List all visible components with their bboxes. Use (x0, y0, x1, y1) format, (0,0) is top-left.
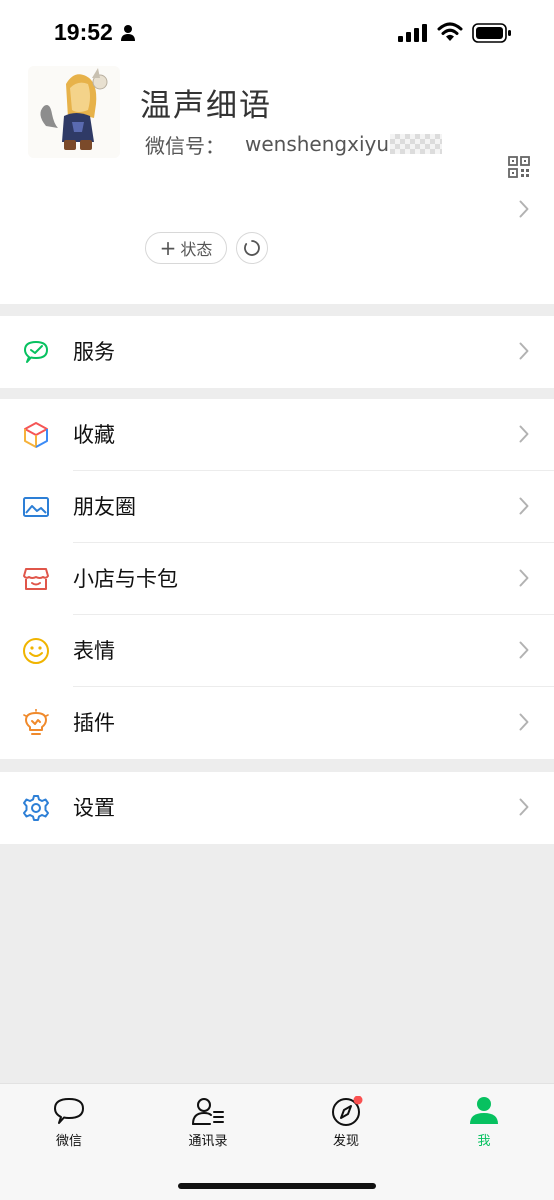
menu-label: 服务 (73, 340, 115, 364)
tab-label: 微信 (55, 1134, 82, 1149)
menu-label: 表情 (73, 639, 115, 663)
menu-item-shop-card[interactable]: 小店与卡包 (0, 543, 554, 615)
plugin-icon (23, 709, 49, 735)
chevron-right-icon (519, 569, 529, 587)
cellular-signal-icon (398, 24, 427, 42)
menu-item-sticker[interactable]: 表情 (0, 615, 554, 687)
chevron-right-icon (519, 425, 529, 443)
me-icon (470, 1097, 498, 1124)
plus-icon: + (159, 236, 177, 260)
tab-contacts[interactable]: 通讯录 (168, 1096, 248, 1149)
tab-label: 通讯录 (188, 1134, 228, 1149)
profile-name: 温声细语 (140, 88, 272, 124)
menu-label: 设置 (73, 796, 115, 820)
chevron-right-icon[interactable] (519, 200, 529, 218)
avatar-image (28, 66, 120, 158)
compass-icon (332, 1096, 363, 1126)
status-time: 19:52 (54, 19, 113, 45)
tab-chats[interactable]: 微信 (29, 1096, 109, 1149)
battery-icon (472, 23, 511, 43)
menu-group-settings: 设置 (0, 772, 554, 844)
wechat-id-row: 微信号： wenshengxiyu (145, 130, 443, 158)
sticker-icon (23, 638, 49, 664)
add-status-button[interactable]: + 状态 (145, 232, 227, 264)
chevron-right-icon (519, 497, 529, 515)
chevron-right-icon (519, 713, 529, 731)
menu-label: 收藏 (73, 423, 115, 447)
chat-bubble-icon (54, 1098, 84, 1124)
favorites-icon (24, 422, 48, 448)
service-icon (24, 341, 48, 363)
shop-card-icon (23, 568, 49, 590)
qr-code-icon[interactable] (508, 156, 530, 178)
menu-item-service[interactable]: 服务 (0, 316, 554, 388)
menu-label: 朋友圈 (73, 495, 136, 519)
tab-me[interactable]: 我 (444, 1096, 524, 1149)
status-refresh-button[interactable] (236, 232, 268, 264)
wechat-id-mask (390, 134, 443, 154)
refresh-circle-icon (244, 240, 260, 256)
menu-group-service: 服务 (0, 316, 554, 388)
menu-item-settings[interactable]: 设置 (0, 772, 554, 844)
menu-group-main: 收藏 朋友圈 小店与卡包 表情 插件 (0, 399, 554, 759)
home-indicator (178, 1183, 376, 1189)
chevron-right-icon (519, 798, 529, 816)
chevron-right-icon (519, 342, 529, 360)
chevron-right-icon (519, 641, 529, 659)
menu-label: 插件 (73, 711, 115, 735)
menu-item-favorites[interactable]: 收藏 (0, 399, 554, 471)
status-bar: 19:52 (0, 0, 554, 66)
person-icon (121, 25, 135, 41)
menu-item-plugin[interactable]: 插件 (0, 687, 554, 759)
status-button-label: 状态 (180, 240, 213, 259)
wifi-icon (437, 22, 463, 41)
wechat-id-value: wenshengxiyu (245, 132, 390, 156)
menu-item-moments[interactable]: 朋友圈 (0, 471, 554, 543)
avatar[interactable] (28, 66, 120, 158)
tab-label: 我 (477, 1134, 491, 1149)
menu-label: 小店与卡包 (73, 567, 178, 591)
tab-label: 发现 (332, 1134, 359, 1149)
moments-icon (23, 497, 49, 517)
contacts-icon (192, 1098, 224, 1125)
settings-icon (23, 795, 49, 821)
tab-discover[interactable]: 发现 (306, 1096, 386, 1149)
wechat-id-label: 微信号： (145, 133, 225, 158)
